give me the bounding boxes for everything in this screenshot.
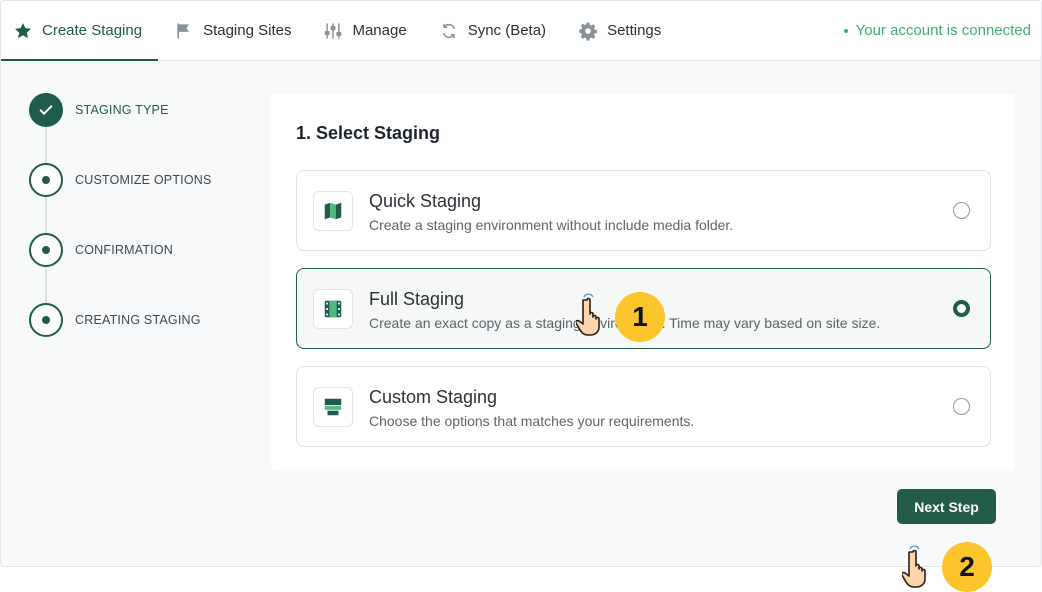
pointer-hand-icon (576, 293, 600, 336)
step-staging-type: STAGING TYPE (29, 93, 169, 127)
stepper-line (45, 111, 47, 321)
step-label: STAGING TYPE (75, 103, 169, 117)
option-radio[interactable] (953, 202, 970, 219)
connection-status: Your account is connected (843, 1, 1041, 60)
pointer-hand-icon (902, 545, 926, 588)
tab-label: Create Staging (42, 22, 143, 39)
select-staging-panel: 1. Select Staging Quick Staging Create a… (271, 94, 1015, 471)
annotation-badge-2: 2 (942, 542, 992, 592)
tab-label: Settings (607, 22, 662, 39)
step-label: CREATING STAGING (75, 313, 201, 327)
tab-settings[interactable]: Settings (562, 1, 677, 60)
sync-icon (442, 23, 455, 38)
step-creating-staging: CREATING STAGING (29, 303, 201, 337)
flag-icon (177, 23, 190, 38)
gear-icon (579, 22, 597, 40)
option-custom-staging[interactable]: Custom Staging Choose the options that m… (296, 366, 991, 447)
window-icon (324, 398, 342, 416)
tab-sync[interactable]: Sync (Beta) (423, 1, 562, 60)
progress-stepper: STAGING TYPE CUSTOMIZE OPTIONS CONFIRMAT… (29, 93, 249, 343)
tab-label: Manage (352, 22, 407, 39)
option-description: Choose the options that matches your req… (369, 413, 695, 429)
annotation-badge-1: 1 (615, 292, 665, 342)
tab-staging-sites[interactable]: Staging Sites (158, 1, 307, 60)
option-quick-staging[interactable]: Quick Staging Create a staging environme… (296, 170, 991, 251)
step-circle (29, 233, 63, 267)
option-icon-box (313, 289, 353, 329)
tab-label: Staging Sites (203, 22, 292, 39)
step-label: CUSTOMIZE OPTIONS (75, 173, 212, 187)
step-confirmation: CONFIRMATION (29, 233, 173, 267)
option-title: Custom Staging (369, 387, 498, 407)
map-icon (324, 202, 342, 220)
option-title: Quick Staging (369, 191, 482, 211)
connection-status-text: Your account is connected (855, 22, 1031, 39)
star-icon (15, 22, 31, 38)
option-description: Create a staging environment without inc… (369, 217, 734, 233)
status-dot (843, 28, 848, 33)
sliders-icon (325, 23, 342, 38)
top-navigation: Create Staging Staging Sites Manage Sync… (1, 1, 1041, 61)
option-radio[interactable] (953, 300, 970, 317)
step-circle (29, 303, 63, 337)
option-icon-box (313, 191, 353, 231)
panel-title: 1. Select Staging (296, 123, 441, 143)
film-icon (324, 300, 342, 318)
check-icon (39, 105, 53, 115)
step-label: CONFIRMATION (75, 243, 173, 257)
next-step-button[interactable]: Next Step (897, 489, 996, 524)
tab-create-staging[interactable]: Create Staging (1, 1, 159, 61)
tab-label: Sync (Beta) (467, 22, 547, 39)
option-radio[interactable] (953, 398, 970, 415)
app-window: Create Staging Staging Sites Manage Sync… (0, 0, 1042, 567)
tab-manage[interactable]: Manage (307, 1, 422, 60)
option-icon-box (313, 387, 353, 427)
step-check-circle (29, 93, 63, 127)
option-title: Full Staging (369, 289, 465, 309)
step-circle (29, 163, 63, 197)
step-customize-options: CUSTOMIZE OPTIONS (29, 163, 212, 197)
